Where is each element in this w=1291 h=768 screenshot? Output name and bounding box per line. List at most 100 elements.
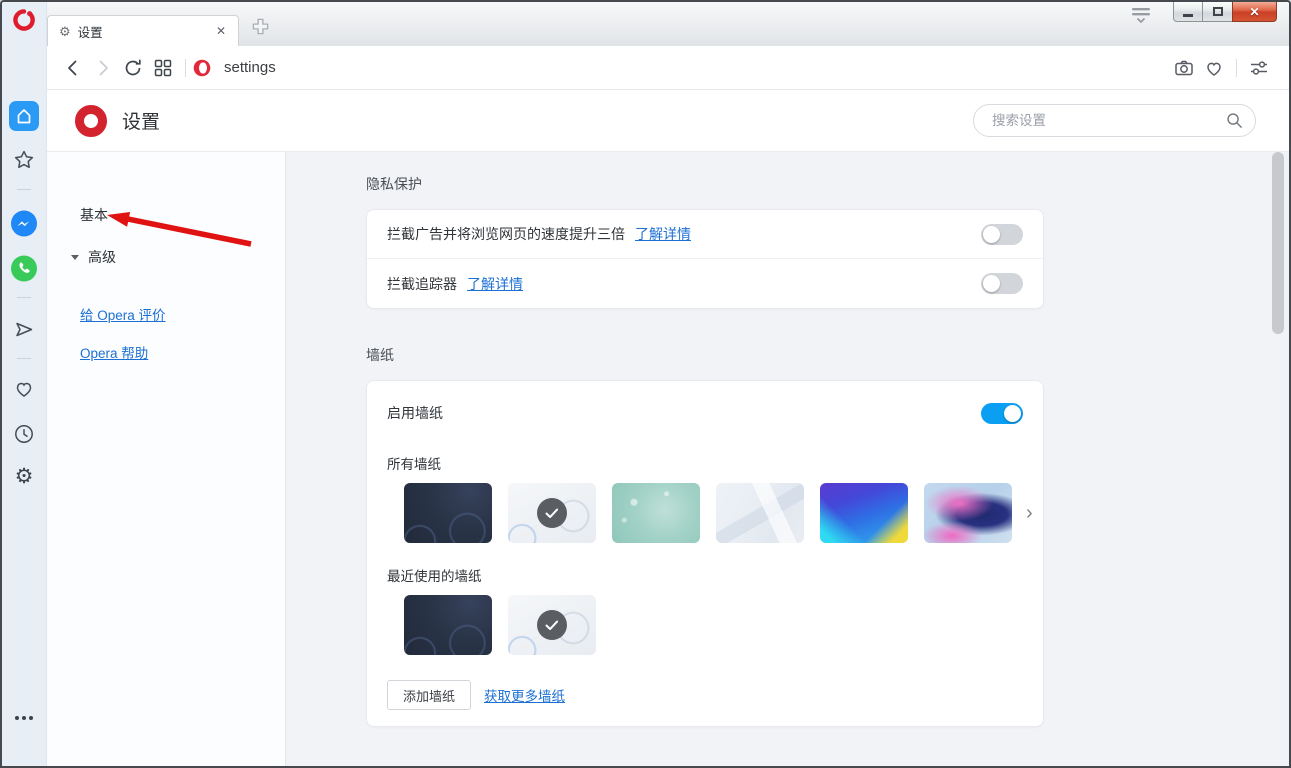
personal-news-button[interactable] <box>12 377 36 401</box>
window-controls: ✕ <box>1173 2 1277 22</box>
selected-check-icon <box>508 595 596 655</box>
ellipsis-icon <box>15 716 19 720</box>
settings-header: 设置 <box>47 90 1289 152</box>
reload-icon <box>122 57 144 79</box>
page-title: 设置 <box>122 107 160 134</box>
enable-wallpaper-toggle[interactable] <box>981 403 1023 424</box>
sidebar-divider <box>17 189 31 190</box>
toolbar-divider <box>1236 59 1237 77</box>
opera-badge-icon <box>193 59 211 77</box>
camera-icon <box>1173 57 1195 79</box>
tab-gear-icon: ⚙ <box>59 25 71 38</box>
settings-button[interactable]: ⚙ <box>15 466 34 487</box>
sidebar-more-button[interactable] <box>15 716 33 720</box>
add-wallpaper-button[interactable]: 添加墙纸 <box>387 680 471 710</box>
my-flow-button[interactable] <box>12 317 37 342</box>
privacy-heading: 隐私保护 <box>366 174 1289 194</box>
new-tab-button[interactable] <box>251 17 270 39</box>
wallpaper-heading: 墙纸 <box>366 345 1289 365</box>
speed-dial-tiles-button[interactable] <box>148 53 178 83</box>
wallpaper-thumb-color-swirl[interactable] <box>924 483 1012 543</box>
star-icon <box>12 148 36 172</box>
address-text: settings <box>224 59 276 76</box>
toolbar-divider <box>185 59 186 77</box>
tab-menu-icon[interactable] <box>1129 6 1153 29</box>
get-more-wallpapers-link[interactable]: 获取更多墙纸 <box>484 685 565 705</box>
browser-toolbar: settings <box>47 46 1289 90</box>
opera-logo-icon <box>75 105 107 137</box>
sidebar-divider <box>17 297 31 298</box>
recent-wallpapers-row <box>404 595 1023 655</box>
bookmarks-button[interactable] <box>12 148 36 172</box>
back-icon <box>62 57 84 79</box>
settings-nav: 基本 高级 给 Opera 评价 Opera 帮助 <box>47 152 286 766</box>
tab-title: 设置 <box>78 22 212 41</box>
ad-blocker-row: 拦截广告并将浏览网页的速度提升三倍 了解详情 <box>367 210 1043 259</box>
heart-icon <box>1203 57 1225 79</box>
sliders-icon <box>1248 57 1270 79</box>
messenger-button[interactable] <box>11 210 38 237</box>
search-box[interactable] <box>973 104 1256 137</box>
wallpaper-thumb-dark-navy[interactable] <box>404 483 492 543</box>
all-wallpapers-label: 所有墙纸 <box>387 453 1023 473</box>
wallpaper-thumb-teal-bubbles[interactable] <box>612 483 700 543</box>
enable-wallpaper-row: 启用墙纸 <box>387 395 1023 431</box>
opera-help-link[interactable]: Opera 帮助 <box>80 342 285 362</box>
ad-blocker-toggle[interactable] <box>981 224 1023 245</box>
tracker-blocker-row: 拦截追踪器 了解详情 <box>367 259 1043 308</box>
snapshot-button[interactable] <box>1169 53 1199 83</box>
minimize-button[interactable] <box>1173 2 1203 22</box>
gear-icon: ⚙ <box>15 466 34 487</box>
settings-main: 隐私保护 拦截广告并将浏览网页的速度提升三倍 了解详情 拦截追踪器 了解详情 墙… <box>286 152 1289 766</box>
annotation-arrow <box>47 152 286 312</box>
wallpaper-thumb-dark-navy[interactable] <box>404 595 492 655</box>
forward-icon <box>92 57 114 79</box>
close-button[interactable]: ✕ <box>1232 2 1277 22</box>
easy-setup-button[interactable] <box>1244 53 1274 83</box>
wallpaper-thumb-blue-geometric[interactable] <box>820 483 908 543</box>
caret-down-icon <box>71 255 79 260</box>
send-icon <box>12 317 37 342</box>
privacy-card: 拦截广告并将浏览网页的速度提升三倍 了解详情 拦截追踪器 了解详情 <box>366 209 1044 309</box>
app-sidebar: ⚙ <box>2 2 47 766</box>
tab-close-icon[interactable]: ✕ <box>212 22 230 40</box>
tracker-blocker-toggle[interactable] <box>981 273 1023 294</box>
scrollbar[interactable] <box>1272 152 1284 334</box>
recent-wallpapers-label: 最近使用的墙纸 <box>387 565 1023 585</box>
wallpaper-thumb-light-polygon[interactable] <box>716 483 804 543</box>
home-icon <box>9 101 39 131</box>
forward-button[interactable] <box>88 53 118 83</box>
tab-settings[interactable]: ⚙ 设置 ✕ <box>47 15 239 46</box>
wallpaper-thumb-light-curves-selected[interactable] <box>508 595 596 655</box>
reload-button[interactable] <box>118 53 148 83</box>
messenger-icon <box>11 210 38 237</box>
learn-more-link[interactable]: 了解详情 <box>635 224 691 244</box>
speed-dial-button[interactable] <box>9 101 39 131</box>
tiles-icon <box>152 57 174 79</box>
whatsapp-button[interactable] <box>11 255 38 282</box>
nav-item-advanced[interactable]: 高级 <box>62 247 285 267</box>
plus-icon <box>251 17 270 36</box>
sidebar-divider <box>17 358 31 359</box>
chevron-right-icon[interactable]: › <box>1026 503 1033 523</box>
whatsapp-icon <box>11 255 38 282</box>
history-button[interactable] <box>12 422 36 446</box>
opera-menu-icon[interactable] <box>13 9 35 36</box>
maximize-button[interactable] <box>1203 2 1232 22</box>
title-bar: ⚙ 设置 ✕ ✕ <box>47 2 1289 46</box>
learn-more-link[interactable]: 了解详情 <box>467 274 523 294</box>
heart-icon <box>12 377 36 401</box>
wallpaper-card: 启用墙纸 所有墙纸 <box>366 380 1044 727</box>
bookmark-page-button[interactable] <box>1199 53 1229 83</box>
rate-opera-link[interactable]: 给 Opera 评价 <box>80 304 285 324</box>
clock-icon <box>12 422 36 446</box>
maximize-icon <box>1213 7 1223 16</box>
search-icon <box>1226 112 1243 129</box>
back-button[interactable] <box>58 53 88 83</box>
minimize-icon <box>1183 14 1193 17</box>
search-input[interactable] <box>990 112 1226 129</box>
nav-item-basic[interactable]: 基本 <box>80 205 108 225</box>
wallpaper-thumb-light-curves-selected[interactable] <box>508 483 596 543</box>
close-icon: ✕ <box>1249 6 1259 18</box>
selected-check-icon <box>508 483 596 543</box>
